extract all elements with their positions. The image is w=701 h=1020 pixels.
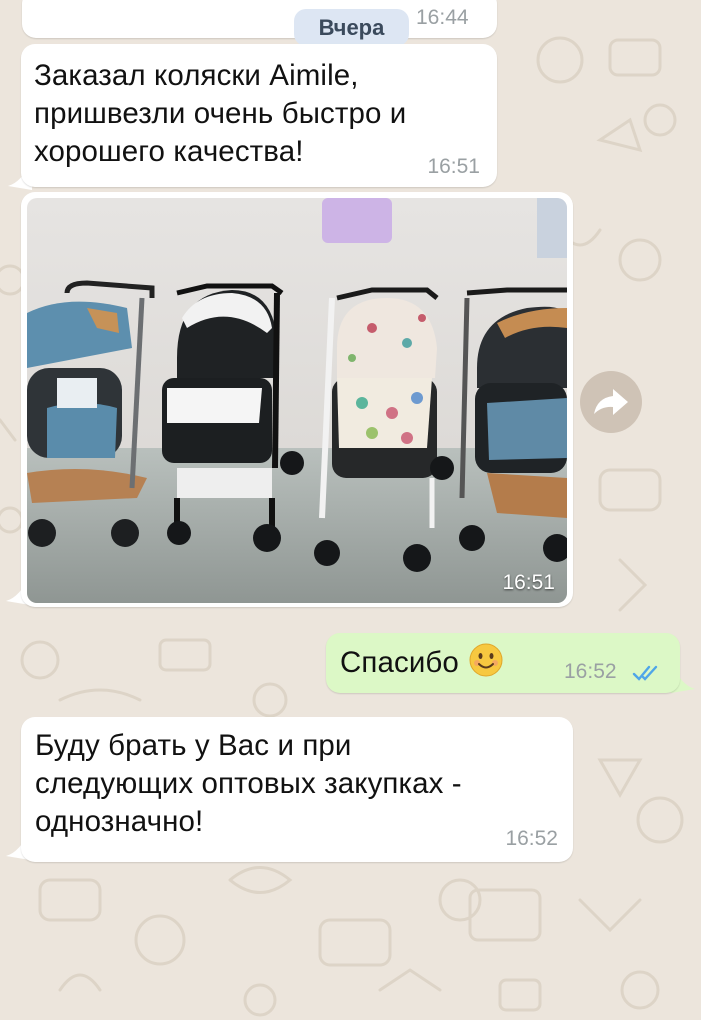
- message-text-content: Спасибо: [340, 646, 459, 679]
- incoming-message-bubble[interactable]: Заказал коляски Aimile, пришвезли очень …: [21, 44, 497, 187]
- incoming-message-bubble[interactable]: Буду брать у Вас и при следующих оптовых…: [21, 717, 573, 862]
- message-time: 16:52: [505, 827, 558, 850]
- message-time: 16:51: [427, 155, 480, 178]
- smiling-face-emoji: [469, 643, 503, 677]
- forward-button[interactable]: [580, 371, 642, 433]
- date-badge: Вчера: [294, 9, 409, 46]
- stroller-photo[interactable]: 16:51: [27, 198, 567, 603]
- message-time: 16:44: [416, 6, 469, 29]
- message-time: 16:52: [564, 660, 617, 683]
- message-text: Спасибо: [340, 643, 560, 682]
- strollers-image: [27, 198, 567, 603]
- forward-arrow-icon: [594, 389, 628, 415]
- outgoing-message-bubble[interactable]: Спасибо 16:52: [326, 633, 680, 693]
- double-check-icon: [632, 665, 658, 681]
- message-time: 16:51: [502, 571, 555, 594]
- message-text: Заказал коляски Aimile, пришвезли очень …: [34, 59, 407, 168]
- message-text: Буду брать у Вас и при следующих оптовых…: [35, 729, 462, 838]
